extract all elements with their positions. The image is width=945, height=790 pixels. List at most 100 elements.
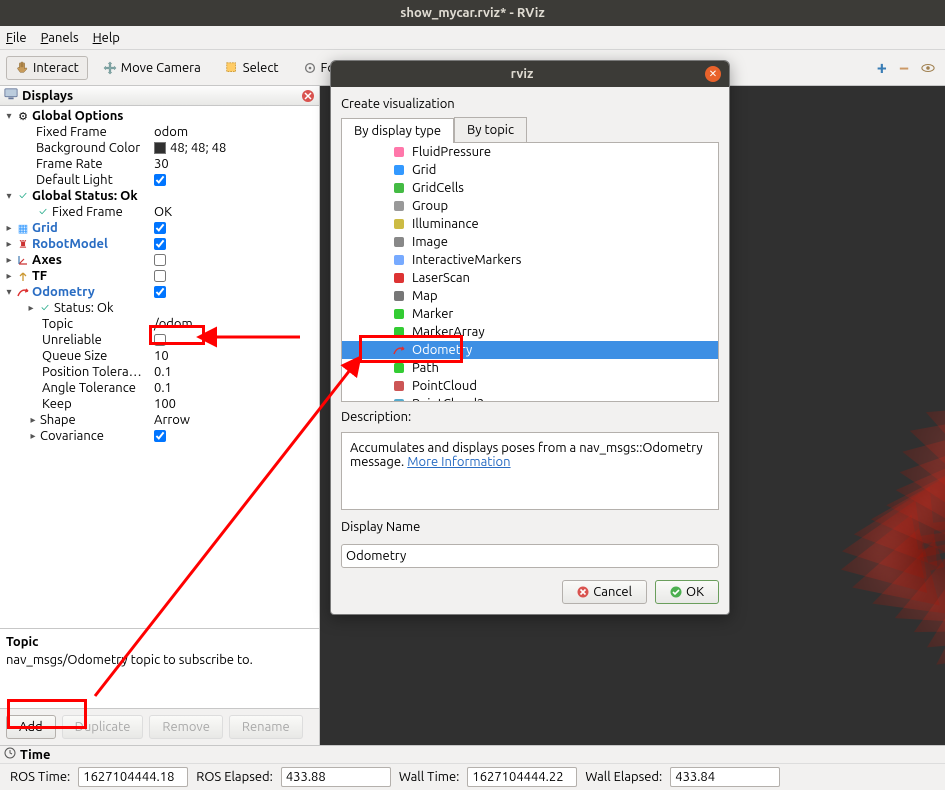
- wall-elapsed-field[interactable]: [670, 767, 780, 787]
- description-pane: Accumulates and displays poses from a na…: [341, 432, 719, 510]
- expand-icon[interactable]: ▾: [4, 110, 14, 122]
- tree-keep[interactable]: Keep: [42, 397, 72, 411]
- tree-tf[interactable]: TF: [32, 269, 47, 283]
- item-label: Marker: [412, 307, 453, 321]
- grid-check[interactable]: [154, 222, 166, 234]
- dialog-tabs: By display type By topic: [341, 117, 719, 142]
- panel-buttons: Add Duplicate Remove Rename: [0, 708, 319, 745]
- display-type-item[interactable]: PointCloud2: [342, 395, 718, 402]
- ros-time-field[interactable]: [78, 767, 188, 787]
- tree-covariance[interactable]: Covariance: [40, 429, 104, 443]
- tree-fixed-frame[interactable]: Fixed Frame: [36, 125, 107, 139]
- ok-button[interactable]: OK: [655, 580, 719, 604]
- expand-icon[interactable]: ▸: [4, 238, 14, 250]
- color-swatch[interactable]: [154, 142, 166, 154]
- displays-tree[interactable]: ▾⚙Global Options Fixed Frameodom Backgro…: [0, 106, 319, 628]
- display-type-item[interactable]: Group: [342, 197, 718, 215]
- wall-time-field[interactable]: [467, 767, 577, 787]
- minus-icon[interactable]: −: [899, 58, 909, 78]
- eye-icon[interactable]: [921, 61, 935, 75]
- expand-icon[interactable]: ▸: [4, 222, 14, 234]
- robot-icon: ♜: [16, 237, 30, 251]
- cancel-button[interactable]: Cancel: [562, 580, 647, 604]
- panel-close-icon[interactable]: [301, 89, 315, 103]
- tf-icon: [16, 269, 30, 283]
- description-label: Description:: [341, 410, 719, 424]
- tree-global-options[interactable]: Global Options: [32, 109, 123, 123]
- display-type-item[interactable]: FluidPressure: [342, 143, 718, 161]
- tree-status[interactable]: Status: Ok: [54, 301, 114, 315]
- tree-default-light[interactable]: Default Light: [36, 173, 113, 187]
- remove-button: Remove: [149, 715, 223, 739]
- robotmodel-check[interactable]: [154, 238, 166, 250]
- tool-interact[interactable]: Interact: [6, 56, 88, 80]
- type-icon: [392, 163, 406, 177]
- tool-select[interactable]: Select: [216, 56, 288, 80]
- tree-angle-tol[interactable]: Angle Tolerance: [42, 381, 136, 395]
- tree-gs-fixed-frame[interactable]: Fixed Frame: [52, 205, 123, 219]
- tree-unreliable[interactable]: Unreliable: [42, 333, 102, 347]
- type-icon: [392, 379, 406, 393]
- hand-icon: [15, 61, 29, 75]
- covariance-check[interactable]: [154, 430, 166, 442]
- tab-by-display-type[interactable]: By display type: [341, 118, 454, 143]
- display-type-item[interactable]: Marker: [342, 305, 718, 323]
- gear-icon: ⚙: [16, 109, 30, 123]
- display-type-item[interactable]: Image: [342, 233, 718, 251]
- item-label: Path: [412, 361, 439, 375]
- menu-help[interactable]: Help: [93, 31, 120, 45]
- more-info-link[interactable]: More Information: [407, 455, 510, 469]
- type-icon: [392, 181, 406, 195]
- tree-global-status[interactable]: Global Status: Ok: [32, 189, 138, 203]
- display-type-item[interactable]: Grid: [342, 161, 718, 179]
- move-icon: [103, 61, 117, 75]
- tree-pos-tol[interactable]: Position Tolera…: [42, 365, 142, 379]
- tab-by-topic[interactable]: By topic: [454, 117, 527, 142]
- display-type-list[interactable]: FluidPressure Grid GridCellsGroupIlluminan…: [341, 142, 719, 402]
- tree-topic[interactable]: Topic: [42, 317, 73, 331]
- expand-icon[interactable]: ▸: [26, 302, 36, 314]
- tool-move-camera[interactable]: Move Camera: [94, 56, 210, 80]
- tree-topic-value[interactable]: /odom: [154, 317, 319, 331]
- tree-robotmodel[interactable]: RobotModel: [32, 237, 108, 251]
- display-type-item[interactable]: Odometry: [342, 341, 718, 359]
- tf-check[interactable]: [154, 270, 166, 282]
- unreliable-check[interactable]: [154, 334, 166, 346]
- expand-icon[interactable]: ▾: [4, 286, 14, 298]
- default-light-check[interactable]: [154, 174, 166, 186]
- tree-queue-size[interactable]: Queue Size: [42, 349, 107, 363]
- menu-file[interactable]: File: [6, 31, 27, 45]
- tree-odometry[interactable]: Odometry: [32, 285, 95, 299]
- display-type-item[interactable]: PointCloud: [342, 377, 718, 395]
- display-type-item[interactable]: LaserScan: [342, 269, 718, 287]
- display-type-item[interactable]: InteractiveMarkers: [342, 251, 718, 269]
- expand-icon[interactable]: ▸: [28, 430, 38, 442]
- expand-icon[interactable]: ▸: [28, 414, 38, 426]
- display-type-item[interactable]: MarkerArray: [342, 323, 718, 341]
- display-type-item[interactable]: Illuminance: [342, 215, 718, 233]
- tree-bg-color[interactable]: Background Color: [36, 141, 140, 155]
- axes-check[interactable]: [154, 254, 166, 266]
- tree-grid[interactable]: Grid: [32, 221, 58, 235]
- time-title: Time: [20, 748, 50, 762]
- plus-icon[interactable]: +: [877, 58, 887, 78]
- display-type-item[interactable]: Path: [342, 359, 718, 377]
- display-type-item[interactable]: GridCells: [342, 179, 718, 197]
- ros-elapsed-field[interactable]: [281, 767, 391, 787]
- item-label: Grid: [412, 163, 436, 177]
- odometry-check[interactable]: [154, 286, 166, 298]
- cancel-icon: [577, 586, 589, 598]
- tree-shape[interactable]: Shape: [40, 413, 76, 427]
- display-type-item[interactable]: Map: [342, 287, 718, 305]
- add-button[interactable]: Add: [6, 715, 56, 739]
- dialog-close-icon[interactable]: ✕: [705, 66, 721, 82]
- display-name-label: Display Name: [341, 520, 719, 534]
- expand-icon[interactable]: ▸: [4, 254, 14, 266]
- tree-frame-rate[interactable]: Frame Rate: [36, 157, 103, 171]
- expand-icon[interactable]: ▾: [4, 190, 14, 202]
- menu-panels[interactable]: Panels: [41, 31, 79, 45]
- expand-icon[interactable]: ▸: [4, 270, 14, 282]
- tree-axes[interactable]: Axes: [32, 253, 62, 267]
- display-name-input[interactable]: [341, 544, 719, 568]
- dialog-titlebar[interactable]: rviz ✕: [331, 61, 729, 87]
